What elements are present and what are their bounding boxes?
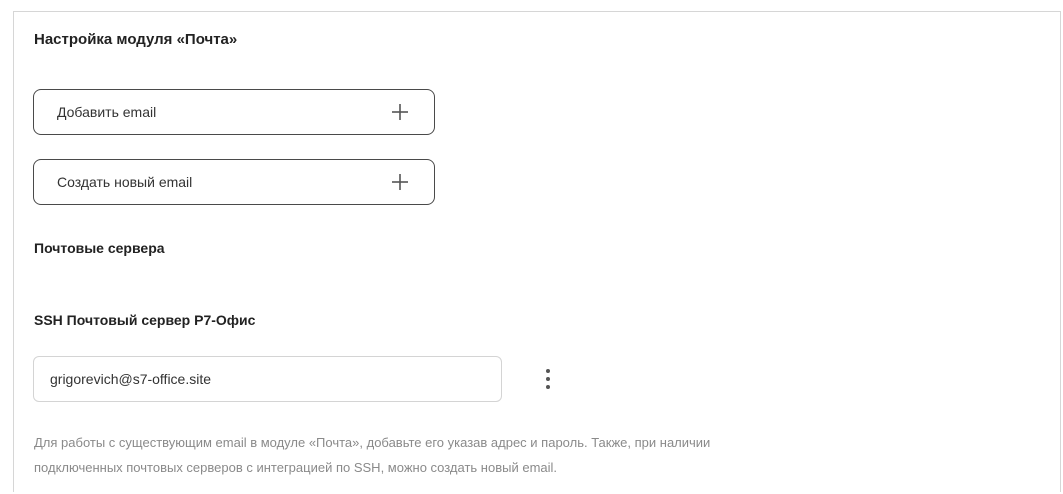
create-email-label: Создать новый email	[57, 174, 193, 190]
help-text: Для работы с существующим email в модуле…	[34, 430, 1044, 480]
help-text-line: Для работы с существующим email в модуле…	[34, 435, 711, 450]
plus-icon	[392, 174, 408, 190]
add-email-button[interactable]: Добавить email	[33, 89, 435, 135]
kebab-dot	[546, 369, 550, 373]
page-title: Настройка модуля «Почта»	[34, 31, 238, 48]
kebab-menu-icon[interactable]	[538, 366, 558, 394]
mail-servers-heading: Почтовые сервера	[34, 240, 165, 256]
server-email-field[interactable]	[33, 356, 502, 402]
settings-panel	[13, 11, 1061, 492]
kebab-dot	[546, 385, 550, 389]
help-text-line: подключенных почтовых серверов с интегра…	[34, 460, 558, 475]
kebab-dot	[546, 377, 550, 381]
create-email-button[interactable]: Создать новый email	[33, 159, 435, 205]
add-email-label: Добавить email	[57, 104, 157, 120]
server-name: SSH Почтовый сервер Р7-Офис	[34, 312, 256, 328]
plus-icon	[392, 104, 408, 120]
